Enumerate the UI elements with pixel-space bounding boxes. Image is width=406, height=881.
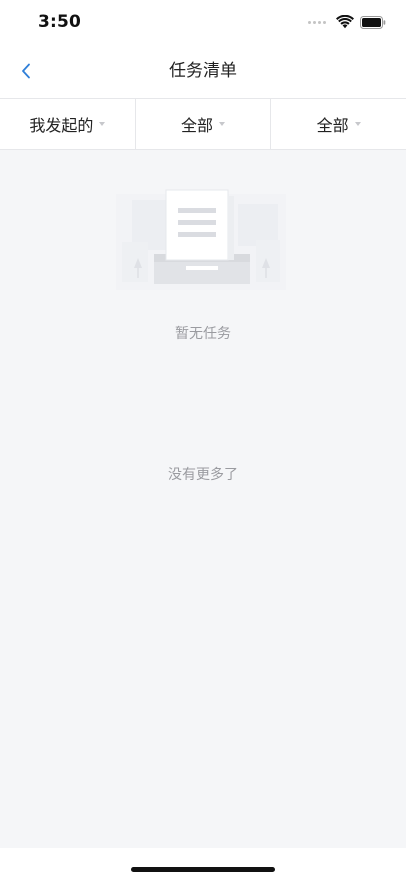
list-end-text: 没有更多了 [168, 467, 238, 483]
filter-status[interactable]: 全部 [136, 99, 272, 149]
caret-down-icon [99, 122, 106, 126]
wifi-icon [336, 15, 354, 29]
home-bar [0, 848, 406, 881]
caret-down-icon [354, 122, 361, 126]
task-list: 暂无任务 没有更多了 [0, 150, 406, 848]
empty-document-illustration [116, 189, 286, 290]
filter-initiator-label: 我发起的 [29, 116, 94, 135]
filter-type-label: 全部 [316, 116, 349, 135]
status-bar: 3:50 [0, 0, 406, 44]
top-area: 3:50 任务清单 [0, 0, 406, 98]
status-icons [308, 14, 386, 30]
caret-down-icon [219, 122, 226, 126]
battery-icon [360, 15, 386, 29]
filter-status-label: 全部 [181, 116, 214, 135]
page-title: 任务清单 [169, 61, 237, 81]
status-time: 3:50 [38, 12, 82, 32]
nav-bar: 任务清单 [0, 44, 406, 98]
empty-state-message: 暂无任务 [175, 326, 231, 342]
filter-initiator[interactable]: 我发起的 [0, 99, 136, 149]
filter-type[interactable]: 全部 [271, 99, 406, 149]
home-indicator[interactable] [131, 867, 275, 872]
filter-bar: 我发起的 全部 全部 [0, 98, 406, 150]
signal-icon [308, 20, 328, 24]
